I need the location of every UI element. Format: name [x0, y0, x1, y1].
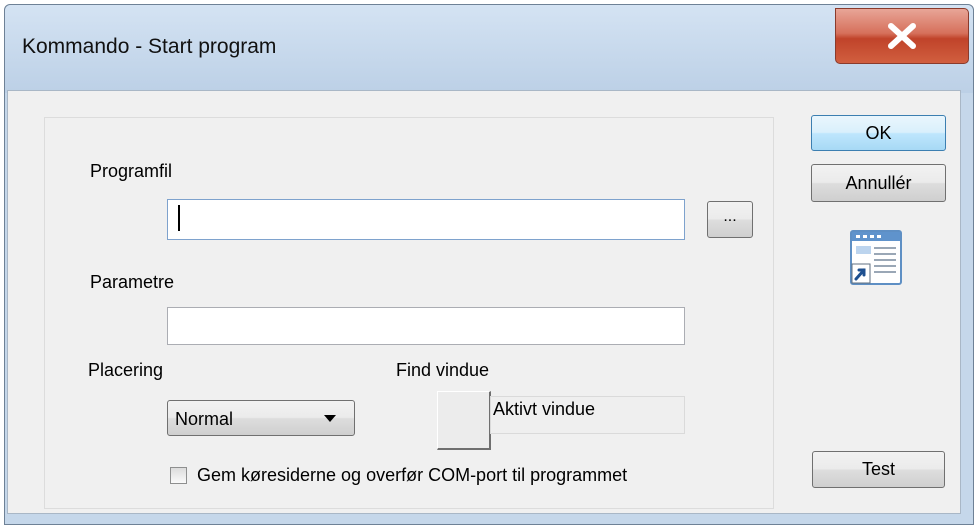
ok-button[interactable]: OK: [811, 115, 946, 151]
chevron-down-icon: [324, 415, 336, 422]
placement-select[interactable]: Normal: [167, 400, 355, 436]
close-button[interactable]: [835, 8, 969, 64]
find-window-label: Find vindue: [396, 360, 490, 380]
test-button[interactable]: Test: [812, 451, 945, 488]
text-cursor: [178, 205, 180, 231]
cancel-button[interactable]: Annullér: [811, 164, 946, 202]
start-program-shortcut-icon: [850, 230, 902, 285]
close-x-icon: [888, 23, 916, 49]
active-window-text: Aktivt vindue: [493, 399, 596, 419]
placement-value: Normal: [175, 409, 234, 429]
program-file-label: Programfil: [90, 161, 173, 181]
window-finder-icon[interactable]: [437, 391, 491, 450]
save-pages-label[interactable]: Gem køresiderne og overfør COM-port til …: [197, 465, 627, 486]
parameters-input[interactable]: [167, 307, 685, 345]
save-pages-checkbox[interactable]: [170, 467, 187, 484]
active-window-field: Aktivt vindue: [490, 396, 685, 434]
program-file-input[interactable]: [167, 199, 685, 240]
browse-button[interactable]: ...: [707, 201, 753, 238]
placement-label: Placering: [88, 360, 164, 380]
window-title: Kommando - Start program: [22, 35, 277, 58]
title-bar[interactable]: Kommando - Start program: [5, 5, 973, 93]
parameters-label: Parametre: [90, 272, 175, 292]
